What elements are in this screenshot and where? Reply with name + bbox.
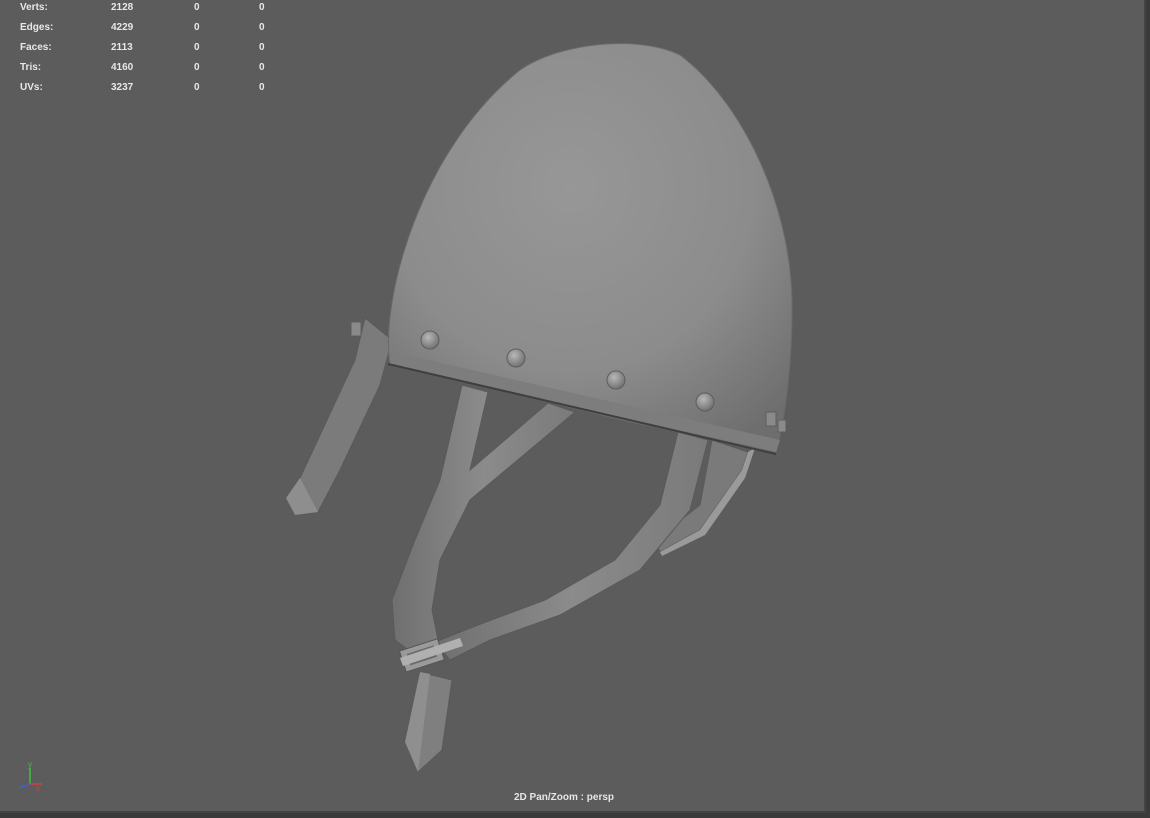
axis-gizmo-icon: y x bbox=[10, 758, 50, 793]
helmet-model[interactable] bbox=[0, 0, 1144, 811]
x-axis-label: x bbox=[36, 784, 40, 792]
camera-label: 2D Pan/Zoom : persp bbox=[513, 792, 614, 803]
hud-row-uvs: UVs: 3237 0 0 bbox=[20, 82, 265, 93]
z-axis-line bbox=[18, 783, 31, 789]
poly-count-hud: Verts: 2128 0 0 Edges: 4229 0 0 Faces: 2… bbox=[0, 0, 300, 100]
hud-row-verts: Verts: 2128 0 0 bbox=[20, 2, 265, 13]
helmet-dome bbox=[388, 43, 793, 453]
hud-row-faces: Faces: 2113 0 0 bbox=[20, 42, 265, 53]
perspective-viewport[interactable]: Verts: 2128 0 0 Edges: 4229 0 0 Faces: 2… bbox=[0, 0, 1146, 813]
y-axis-label: y bbox=[28, 760, 32, 769]
hud-row-tris: Tris: 4160 0 0 bbox=[20, 62, 265, 73]
hud-row-edges: Edges: 4229 0 0 bbox=[20, 22, 265, 33]
left-strap bbox=[391, 384, 577, 663]
